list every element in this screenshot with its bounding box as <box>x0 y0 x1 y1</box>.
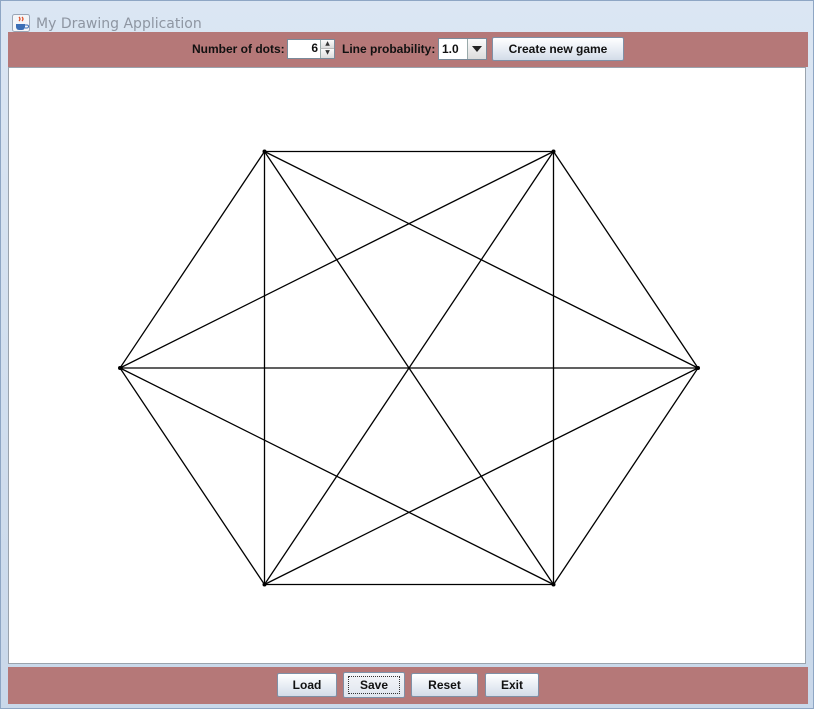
graph-dot[interactable] <box>262 149 267 154</box>
graph-dot[interactable] <box>118 366 122 370</box>
dot-graph <box>118 149 700 587</box>
chevron-down-icon[interactable] <box>467 39 486 59</box>
spinner-down-arrow-icon[interactable]: ▼ <box>320 49 334 58</box>
graph-edge <box>552 367 699 585</box>
reset-button[interactable]: Reset <box>411 673 478 697</box>
drawing-canvas[interactable] <box>8 67 806 664</box>
graph-edge <box>552 151 699 369</box>
load-button[interactable]: Load <box>277 673 337 697</box>
graph-edge <box>119 367 554 586</box>
graph-dot[interactable] <box>696 366 700 370</box>
title-bar[interactable]: My Drawing Application <box>1 1 813 32</box>
dots-label: Number of dots: <box>192 42 285 56</box>
create-new-game-button[interactable]: Create new game <box>492 37 624 61</box>
graph-dot[interactable] <box>551 582 556 587</box>
graph-dot[interactable] <box>551 149 556 154</box>
graph-dot[interactable] <box>262 582 267 587</box>
probability-combobox[interactable]: 1.0 <box>438 38 487 60</box>
probability-value[interactable]: 1.0 <box>442 42 459 56</box>
window-title: My Drawing Application <box>36 16 202 32</box>
bottom-toolbar: Load Save Reset Exit <box>8 667 808 704</box>
dots-spinner[interactable]: 6 ▲ ▼ <box>287 39 335 59</box>
top-toolbar: Number of dots: 6 ▲ ▼ Line probability: … <box>8 32 808 67</box>
graph-edge <box>119 367 266 585</box>
graph-edge <box>119 151 266 369</box>
spinner-up-arrow-icon[interactable]: ▲ <box>320 40 334 49</box>
exit-button[interactable]: Exit <box>485 673 539 697</box>
save-button[interactable]: Save <box>343 672 405 698</box>
probability-label: Line probability: <box>342 42 436 56</box>
dots-value[interactable]: 6 <box>311 41 318 55</box>
focus-indicator <box>348 676 400 694</box>
application-window: My Drawing Application Number of dots: 6… <box>0 0 814 709</box>
java-cup-icon <box>12 14 30 32</box>
